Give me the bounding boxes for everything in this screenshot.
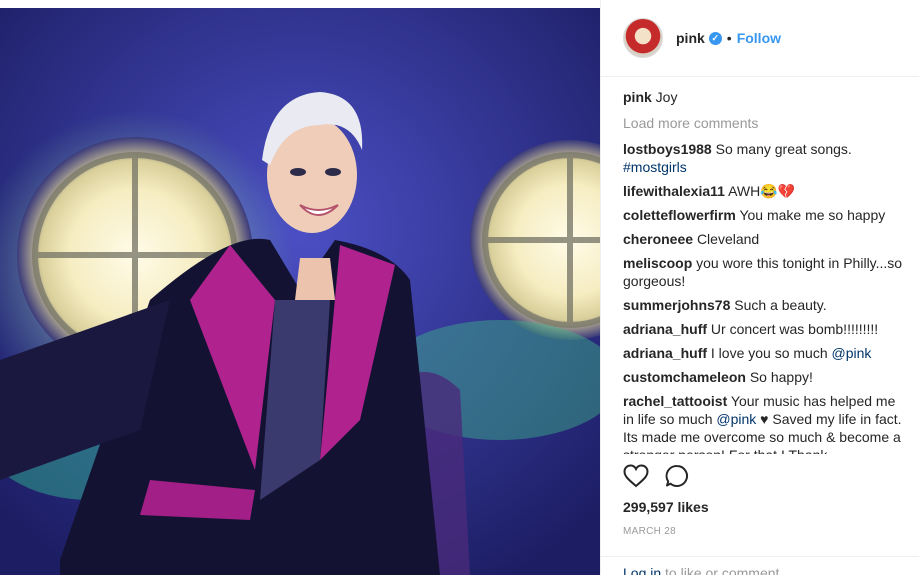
comment-item: rachel_tattooist Your music has helped m… (623, 392, 903, 454)
post-details-panel: pink ✓ • Follow pink Joy Load more comme… (600, 0, 919, 575)
comment-username[interactable]: coletteflowerfirm (623, 207, 736, 223)
comment-text: So happy! (749, 369, 813, 385)
comment-username[interactable]: lifewithalexia11 (623, 183, 725, 199)
comment-item: adriana_huff I love you so much @pink (623, 344, 903, 362)
comment-text: You make me so happy (739, 207, 886, 223)
post-caption: pink Joy (623, 88, 903, 106)
comment-text: Such a beauty. (734, 297, 827, 313)
comment-username[interactable]: lostboys1988 (623, 141, 712, 157)
comment-item: lifewithalexia11 AWH😂💔 (623, 182, 903, 200)
avatar[interactable] (623, 18, 663, 58)
comment-icon[interactable] (665, 464, 689, 488)
comment-username[interactable]: rachel_tattooist (623, 393, 727, 409)
post-date: MARCH 28 (623, 526, 676, 537)
likes-count[interactable]: 299,597 likes (623, 499, 709, 515)
login-link[interactable]: Log in (623, 565, 661, 575)
comment-username[interactable]: adriana_huff (623, 345, 707, 361)
comment-item: lostboys1988 So many great songs. #mostg… (623, 140, 903, 176)
login-prompt: Log in to like or comment. (601, 556, 919, 575)
comment-item: summerjohns78 Such a beauty. (623, 296, 903, 314)
verified-badge-icon: ✓ (708, 31, 722, 45)
comment-username[interactable]: adriana_huff (623, 321, 707, 337)
comment-username[interactable]: cheroneee (623, 231, 693, 247)
caption-text: Joy (655, 89, 678, 105)
post-header: pink ✓ • Follow (601, 0, 919, 77)
comment-username[interactable]: customchameleon (623, 369, 746, 385)
comments-list[interactable]: pink Joy Load more comments lostboys1988… (623, 88, 903, 454)
post-photo[interactable] (0, 0, 600, 575)
comment-text: Ur concert was bomb!!!!!!!!! (710, 321, 879, 337)
post-photo-illustration (0, 0, 600, 575)
username[interactable]: pink (676, 30, 705, 46)
comment-username[interactable]: meliscoop (623, 255, 692, 271)
mention-link[interactable]: @pink (832, 345, 872, 361)
comment-text: Cleveland (696, 231, 760, 247)
comment-text: I love you so much (710, 345, 828, 361)
comment-text: AWH😂💔 (728, 183, 796, 199)
comment-text: So many great songs. (715, 141, 852, 157)
comment-item: customchameleon So happy! (623, 368, 903, 386)
comment-item: coletteflowerfirm You make me so happy (623, 206, 903, 224)
caption-username[interactable]: pink (623, 89, 652, 105)
separator-dot: • (726, 30, 732, 46)
heart-icon[interactable] (623, 464, 649, 488)
mention-link[interactable]: @pink (716, 411, 756, 427)
login-prompt-text: to like or comment. (665, 565, 784, 575)
comment-username[interactable]: summerjohns78 (623, 297, 730, 313)
hashtag-link[interactable]: #mostgirls (623, 159, 687, 175)
comment-item: adriana_huff Ur concert was bomb!!!!!!!!… (623, 320, 903, 338)
load-more-comments-link[interactable]: Load more comments (623, 114, 903, 132)
follow-button[interactable]: Follow (737, 30, 781, 46)
post-actions (623, 464, 689, 488)
comment-item: meliscoop you wore this tonight in Phill… (623, 254, 903, 290)
comment-item: cheroneee Cleveland (623, 230, 903, 248)
